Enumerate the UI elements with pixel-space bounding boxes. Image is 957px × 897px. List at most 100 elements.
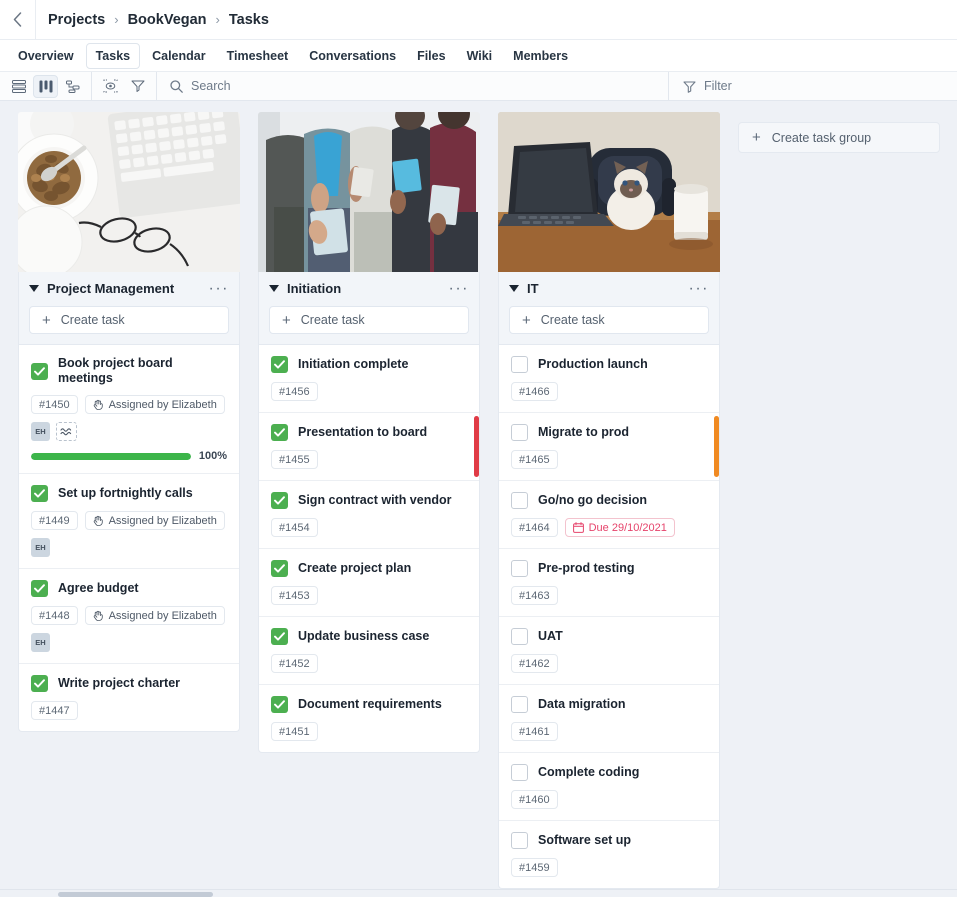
column-menu-button[interactable]: ··· — [209, 280, 229, 296]
tab-conversations[interactable]: Conversations — [300, 44, 405, 68]
tab-members[interactable]: Members — [504, 44, 577, 68]
task-card[interactable]: Agree budget #1448 Assigned by Elizabeth EH — [19, 569, 239, 664]
task-id-chip[interactable]: #1447 — [31, 701, 78, 720]
back-button[interactable] — [0, 0, 36, 39]
task-checkbox[interactable] — [271, 628, 288, 645]
search-input[interactable]: Search — [157, 72, 669, 100]
task-id-chip[interactable]: #1452 — [271, 654, 318, 673]
task-card[interactable]: Go/no go decision #1464 Due 29/10/2021 — [499, 481, 719, 549]
task-checkbox[interactable] — [271, 424, 288, 441]
check-icon — [34, 679, 45, 688]
assigned-by-chip[interactable]: Assigned by Elizabeth — [84, 395, 225, 414]
task-id-chip[interactable]: #1455 — [271, 450, 318, 469]
task-card[interactable]: Presentation to board #1455 — [259, 413, 479, 481]
task-checkbox[interactable] — [511, 492, 528, 509]
tab-tasks[interactable]: Tasks — [85, 42, 141, 69]
recurring-icon[interactable] — [56, 422, 77, 441]
tab-timesheet[interactable]: Timesheet — [218, 44, 298, 68]
task-checkbox[interactable] — [511, 356, 528, 373]
task-checkbox[interactable] — [271, 492, 288, 509]
task-card[interactable]: Update business case #1452 — [259, 617, 479, 685]
avatar[interactable]: EH — [31, 633, 50, 652]
task-checkbox[interactable] — [511, 628, 528, 645]
task-checkbox[interactable] — [31, 675, 48, 692]
tree-view-button[interactable] — [60, 75, 85, 98]
task-id-chip[interactable]: #1460 — [511, 790, 558, 809]
task-id-chip[interactable]: #1451 — [271, 722, 318, 741]
task-checkbox[interactable] — [271, 356, 288, 373]
export-button[interactable] — [125, 75, 150, 98]
task-id-chip[interactable]: #1449 — [31, 511, 78, 530]
task-id-chip[interactable]: #1453 — [271, 586, 318, 605]
breadcrumb-item-tasks[interactable]: Tasks — [229, 12, 269, 28]
caret-down-icon[interactable] — [269, 285, 279, 292]
task-card[interactable]: Migrate to prod #1465 — [499, 413, 719, 481]
task-checkbox[interactable] — [511, 832, 528, 849]
task-checkbox[interactable] — [511, 696, 528, 713]
task-id-chip[interactable]: #1466 — [511, 382, 558, 401]
avatar[interactable]: EH — [31, 538, 50, 557]
task-checkbox[interactable] — [31, 485, 48, 502]
task-card[interactable]: Write project charter #1447 — [19, 664, 239, 731]
watch-button[interactable] — [98, 75, 123, 98]
task-id-chip[interactable]: #1465 — [511, 450, 558, 469]
board-view-button[interactable] — [33, 74, 58, 98]
assigned-by-chip[interactable]: Assigned by Elizabeth — [84, 511, 225, 530]
task-checkbox[interactable] — [511, 560, 528, 577]
create-task-button[interactable]: + Create task — [29, 306, 229, 334]
task-card[interactable]: Pre-prod testing #1463 — [499, 549, 719, 617]
task-card[interactable]: Book project board meetings #1450 Assigned… — [19, 345, 239, 474]
due-date-chip[interactable]: Due 29/10/2021 — [564, 518, 675, 537]
task-checkbox[interactable] — [271, 696, 288, 713]
assigned-by-chip[interactable]: Assigned by Elizabeth — [84, 606, 225, 625]
filter-button[interactable]: Filter — [669, 72, 957, 100]
task-card[interactable]: Document requirements #1451 — [259, 685, 479, 752]
breadcrumb-item-projects[interactable]: Projects — [48, 12, 105, 28]
task-card[interactable]: Data migration #1461 — [499, 685, 719, 753]
board-columns: Project Management ··· + Create task Book pr… — [0, 101, 957, 897]
task-card[interactable]: UAT #1462 — [499, 617, 719, 685]
column-menu-button[interactable]: ··· — [689, 280, 709, 296]
tab-calendar[interactable]: Calendar — [143, 44, 215, 68]
task-title: Set up fortnightly calls — [58, 486, 193, 500]
tab-wiki[interactable]: Wiki — [458, 44, 502, 68]
task-id-chip[interactable]: #1459 — [511, 858, 558, 877]
task-title: Book project board meetings — [58, 356, 173, 385]
task-card[interactable]: Complete coding #1460 — [499, 753, 719, 821]
caret-down-icon[interactable] — [509, 285, 519, 292]
task-card[interactable]: Production launch #1466 — [499, 345, 719, 413]
task-id-chip[interactable]: #1461 — [511, 722, 558, 741]
task-id-chip[interactable]: #1462 — [511, 654, 558, 673]
task-title: Document requirements — [298, 697, 442, 711]
task-checkbox[interactable] — [271, 560, 288, 577]
task-card[interactable]: Initiation complete #1456 — [259, 345, 479, 413]
caret-down-icon[interactable] — [29, 285, 39, 292]
task-card[interactable]: Sign contract with vendor #1454 — [259, 481, 479, 549]
task-card[interactable]: Software set up #1459 — [499, 821, 719, 888]
tab-files[interactable]: Files — [408, 44, 455, 68]
column-menu-button[interactable]: ··· — [449, 280, 469, 296]
create-task-button[interactable]: + Create task — [509, 306, 709, 334]
task-checkbox[interactable] — [511, 764, 528, 781]
task-checkbox[interactable] — [31, 362, 48, 380]
task-checkbox[interactable] — [511, 424, 528, 441]
task-id-chip[interactable]: #1456 — [271, 382, 318, 401]
avatar[interactable]: EH — [31, 422, 50, 441]
scrollbar-thumb[interactable] — [58, 892, 213, 897]
horizontal-scrollbar[interactable] — [0, 889, 957, 897]
tab-overview[interactable]: Overview — [9, 44, 83, 68]
task-id-chip[interactable]: #1450 — [31, 395, 78, 414]
task-id-chip[interactable]: #1464 — [511, 518, 558, 537]
check-icon — [274, 360, 285, 369]
task-card[interactable]: Create project plan #1453 — [259, 549, 479, 617]
create-task-group-button[interactable]: + Create task group — [738, 122, 940, 153]
task-id-chip[interactable]: #1454 — [271, 518, 318, 537]
task-id-chip[interactable]: #1448 — [31, 606, 78, 625]
task-chips: #1464 Due 29/10/2021 — [511, 518, 707, 537]
list-view-button[interactable] — [6, 75, 31, 98]
create-task-button[interactable]: + Create task — [269, 306, 469, 334]
task-id-chip[interactable]: #1463 — [511, 586, 558, 605]
breadcrumb-item-bookvegan[interactable]: BookVegan — [128, 12, 207, 28]
task-checkbox[interactable] — [31, 580, 48, 597]
task-card[interactable]: Set up fortnightly calls #1449 Assigned by… — [19, 474, 239, 569]
